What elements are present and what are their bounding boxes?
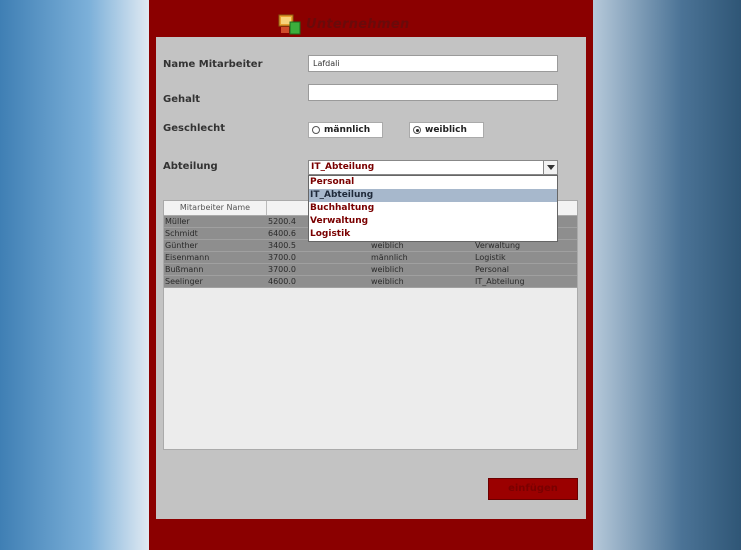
table-row[interactable]: Eisenmann 3700.0 männlich Logistik bbox=[164, 252, 577, 264]
salary-label: Gehalt bbox=[163, 94, 201, 105]
dropdown-option-logistik[interactable]: Logistik bbox=[309, 228, 557, 241]
department-dropdown-list[interactable]: Personal IT_Abteilung Buchhaltung Verwal… bbox=[308, 175, 558, 242]
radio-female-label: weiblich bbox=[425, 125, 467, 135]
dropdown-option-buchhaltung[interactable]: Buchhaltung bbox=[309, 202, 557, 215]
cell-salary: 3700.0 bbox=[268, 253, 296, 262]
radio-male[interactable]: männlich bbox=[308, 122, 383, 138]
cell-department: IT_Abteilung bbox=[475, 277, 525, 286]
cell-name: Eisenmann bbox=[165, 253, 210, 262]
dropdown-option-it-abteilung[interactable]: IT_Abteilung bbox=[309, 189, 557, 202]
cell-name: Schmidt bbox=[165, 229, 198, 238]
gender-label: Geschlecht bbox=[163, 123, 226, 134]
column-header-name[interactable]: Mitarbeiter Name bbox=[164, 201, 267, 215]
cell-gender: weiblich bbox=[371, 265, 404, 274]
table-row[interactable]: Seelinger 4600.0 weiblich IT_Abteilung bbox=[164, 276, 577, 288]
cell-name: Günther bbox=[165, 241, 198, 250]
cell-name: Seelinger bbox=[165, 277, 203, 286]
title-bar: Unternehmen bbox=[149, 10, 593, 38]
cell-salary: 3700.0 bbox=[268, 265, 296, 274]
cell-salary: 3400.5 bbox=[268, 241, 296, 250]
cell-gender: männlich bbox=[371, 253, 408, 262]
cell-salary: 6400.6 bbox=[268, 229, 296, 238]
radio-male-label: männlich bbox=[324, 125, 371, 135]
cell-department: Personal bbox=[475, 265, 510, 274]
cell-name: Bußmann bbox=[165, 265, 204, 274]
employee-name-input[interactable]: Lafdali bbox=[308, 55, 558, 72]
department-label: Abteilung bbox=[163, 161, 218, 172]
department-selected-value: IT_Abteilung bbox=[311, 162, 375, 172]
radio-female[interactable]: weiblich bbox=[409, 122, 484, 138]
name-label: Name Mitarbeiter bbox=[163, 59, 263, 70]
chevron-down-icon[interactable] bbox=[543, 161, 557, 174]
cell-name: Müller bbox=[165, 217, 190, 226]
radio-indicator-female bbox=[413, 126, 421, 134]
dropdown-option-personal[interactable]: Personal bbox=[309, 176, 557, 189]
cell-department: Logistik bbox=[475, 253, 506, 262]
window-title: Unternehmen bbox=[306, 17, 410, 32]
table-row[interactable]: Bußmann 3700.0 weiblich Personal bbox=[164, 264, 577, 276]
department-select[interactable]: IT_Abteilung bbox=[308, 160, 558, 175]
form-panel: Name Mitarbeiter Lafdali Gehalt Geschlec… bbox=[156, 37, 586, 519]
company-app-icon bbox=[278, 14, 301, 35]
radio-indicator-male bbox=[312, 126, 320, 134]
cell-gender: weiblich bbox=[371, 277, 404, 286]
cell-salary: 4600.0 bbox=[268, 277, 296, 286]
add-employee-button[interactable]: einfügen bbox=[488, 478, 578, 500]
salary-input[interactable] bbox=[308, 84, 558, 101]
cell-salary: 5200.4 bbox=[268, 217, 296, 226]
dropdown-option-verwaltung[interactable]: Verwaltung bbox=[309, 215, 557, 228]
